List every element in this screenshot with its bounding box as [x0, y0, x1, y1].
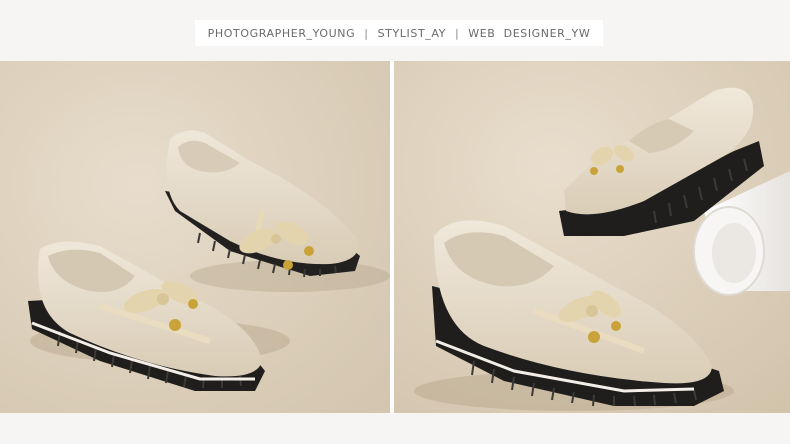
photographer-credit: PHOTOGRAPHER_YOUNG [207, 26, 356, 40]
credit-separator: | [454, 26, 460, 40]
loafer-pair-illustration [0, 61, 390, 413]
product-photo-left [0, 61, 390, 413]
bottom-spacer [0, 413, 790, 444]
stylist-credit: STYLIST_AY [377, 26, 446, 40]
credit-bar: PHOTOGRAPHER_YOUNG | STYLIST_AY | WEB DE… [195, 20, 603, 46]
designer-credit: WEB DESIGNER_YW [468, 26, 591, 40]
loafer-side-illustration [394, 61, 790, 413]
product-photo-right [394, 61, 790, 413]
credit-separator: | [364, 26, 369, 40]
